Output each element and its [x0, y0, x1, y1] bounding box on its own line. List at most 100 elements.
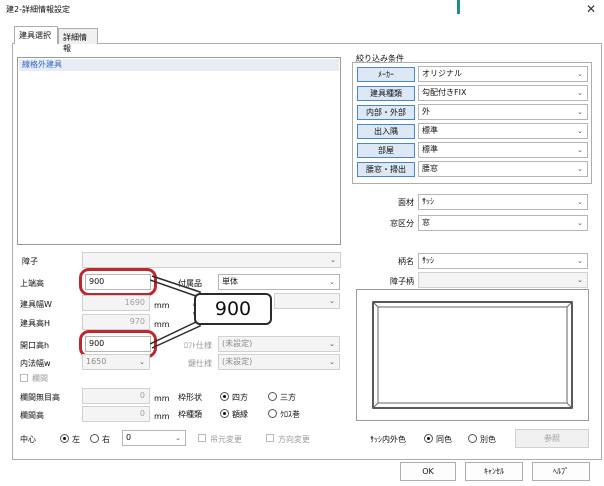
center-right-label: 右 [102, 435, 110, 444]
list-item[interactable]: 線格外建具 [19, 59, 339, 71]
accessory-select[interactable]: 単体 ⌄ [218, 274, 340, 290]
shoji-pattern-label: 障子柄 [390, 277, 414, 286]
highlight-ring [79, 268, 157, 296]
chevron-down-icon: ⌄ [329, 358, 335, 366]
center-offset-value: 0 [126, 433, 132, 442]
fixture-list[interactable]: 線格外建具 [17, 57, 341, 245]
height-label: 建具高H [20, 319, 51, 328]
center-offset-select[interactable]: 0 ⌄ [122, 430, 186, 446]
reference-button[interactable]: 参照 [515, 429, 589, 448]
width-input[interactable]: 1690 [82, 295, 150, 311]
chevron-down-icon: ⌄ [577, 219, 583, 227]
shoji-pattern-select[interactable]: ⌄ [418, 272, 588, 288]
inner-width-select[interactable]: 1650 ⌄ [82, 354, 150, 370]
direction-change-checkbox[interactable] [266, 434, 274, 442]
room-select[interactable]: 標準 ⌄ [418, 142, 588, 158]
chevron-down-icon: ⌄ [577, 198, 583, 206]
type-value: 勾配付きFIX [422, 88, 467, 97]
frame-shape-four-radio[interactable] [220, 392, 229, 401]
sash-color-same-radio[interactable] [424, 434, 433, 443]
chevron-down-icon: ⌄ [577, 70, 583, 78]
tab-details[interactable]: 詳細情報 [58, 28, 98, 53]
sash-color-same-label: 同色 [436, 435, 452, 444]
maker-select[interactable]: オリジナル ⌄ [418, 66, 588, 82]
center-left-radio[interactable] [60, 434, 69, 443]
window-class-select[interactable]: 窓 ⌄ [418, 215, 588, 231]
preview-pane [356, 289, 589, 421]
ranma-no-height-unit: mm [154, 394, 170, 403]
ranma-no-height-input[interactable]: 0 [82, 388, 150, 404]
window-preview-diagram [372, 301, 573, 409]
center-left-label: 左 [72, 435, 80, 444]
material-select[interactable]: ｻｯｼ ⌄ [418, 194, 588, 210]
ok-button[interactable]: OK [400, 462, 456, 481]
window-type-select[interactable]: 腰窓 ⌄ [418, 161, 588, 177]
accessory-sub-select[interactable]: ⌄ [274, 293, 340, 309]
inout-value: 外 [422, 107, 430, 116]
corner-select[interactable]: 標準 ⌄ [418, 123, 588, 139]
cancel-button[interactable]: ｷｬﾝｾﾙ [465, 462, 523, 481]
frame-type-label: 枠種類 [178, 410, 202, 419]
help-button[interactable]: ﾍﾙﾌﾟ [532, 462, 590, 481]
maker-value: オリジナル [422, 69, 462, 78]
tab-select[interactable]: 建具選択 [14, 26, 58, 44]
extra2-label: 鍵仕様 [188, 359, 212, 368]
material-label: 面材 [398, 198, 414, 207]
accessory-value: 単体 [222, 277, 238, 286]
frame-type-cloth-label: ｸﾛｽ巻 [280, 410, 300, 419]
value-callout: 900 [194, 293, 272, 325]
title-accent-bar [457, 0, 460, 14]
chevron-down-icon: ⌄ [577, 257, 583, 265]
corner-value: 標準 [422, 126, 438, 135]
center-right-radio[interactable] [90, 434, 99, 443]
material-value: ｻｯｼ [422, 197, 434, 206]
extra2-select[interactable]: (未設定) ⌄ [218, 354, 340, 370]
chevron-down-icon: ⌄ [577, 146, 583, 154]
chevron-down-icon: ⌄ [577, 108, 583, 116]
frame-type-cloth-radio[interactable] [268, 409, 277, 418]
ranma-checkbox[interactable] [20, 374, 28, 382]
direction-change-label: 方向変更 [278, 435, 310, 444]
chevron-down-icon: ⌄ [577, 165, 583, 173]
hinmei-select[interactable]: ｻｯｼ ⌄ [418, 253, 588, 269]
type-select[interactable]: 勾配付きFIX ⌄ [418, 85, 588, 101]
room-value: 標準 [422, 145, 438, 154]
window-class-value: 窓 [422, 218, 430, 227]
inner-width-label: 内法幅w [20, 359, 51, 368]
width-label: 建具幅W [20, 300, 52, 309]
ranma-label: 欄間 [32, 374, 48, 383]
extra1-value: (未設定) [222, 339, 253, 348]
type-button[interactable]: 建具種類 [357, 86, 415, 101]
frame-shape-label: 枠形状 [178, 393, 202, 402]
chevron-down-icon: ⌄ [175, 434, 181, 442]
shoji-select[interactable]: ⌄ [82, 252, 341, 268]
center-label: 中心 [20, 435, 36, 444]
extra1-select[interactable]: (未設定) ⌄ [218, 336, 340, 352]
ranma-height-unit: mm [154, 412, 170, 421]
opening-height-label: 開口高h [20, 341, 50, 350]
inout-select[interactable]: 外 ⌄ [418, 104, 588, 120]
corner-button[interactable]: 出入隅 [357, 124, 415, 139]
window-class-label: 窓区分 [390, 219, 414, 228]
room-button[interactable]: 部屋 [357, 143, 415, 158]
maker-button[interactable]: ﾒｰｶｰ [357, 67, 415, 82]
chevron-down-icon: ⌄ [329, 340, 335, 348]
chevron-down-icon: ⌄ [329, 278, 335, 286]
close-icon[interactable]: ✕ [586, 3, 596, 15]
frame-shape-three-radio[interactable] [268, 392, 277, 401]
shoji-label: 障子 [22, 257, 38, 266]
height-input[interactable]: 970 [82, 314, 150, 330]
sash-color-diff-radio[interactable] [468, 434, 477, 443]
frame-type-casing-label: 額縁 [232, 410, 248, 419]
hinmei-label: 柄名 [398, 257, 414, 266]
ranma-height-input[interactable]: 0 [82, 406, 150, 422]
ranma-no-height-label: 欄間無目高 [20, 393, 60, 402]
chevron-down-icon: ⌄ [577, 127, 583, 135]
top-height-label: 上端高 [20, 279, 44, 288]
frame-type-casing-radio[interactable] [220, 409, 229, 418]
window-type-button[interactable]: 腰窓・掃出 [357, 162, 415, 177]
chevron-down-icon: ⌄ [330, 256, 336, 264]
hanging-change-label: 吊元変更 [210, 435, 242, 444]
hanging-change-checkbox[interactable] [198, 434, 206, 442]
inout-button[interactable]: 内部・外部 [357, 105, 415, 120]
